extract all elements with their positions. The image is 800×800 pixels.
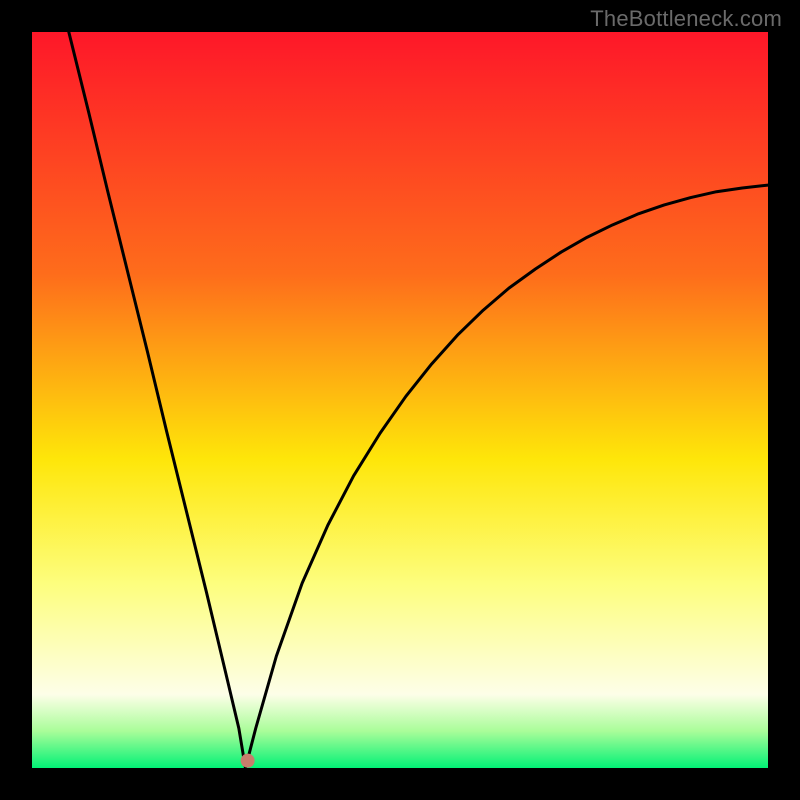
chart-frame: TheBottleneck.com — [0, 0, 800, 800]
plot-area — [32, 32, 768, 768]
watermark-text: TheBottleneck.com — [590, 6, 782, 32]
curve-path — [69, 32, 768, 768]
bottleneck-curve — [32, 32, 768, 768]
minimum-marker — [241, 754, 255, 768]
